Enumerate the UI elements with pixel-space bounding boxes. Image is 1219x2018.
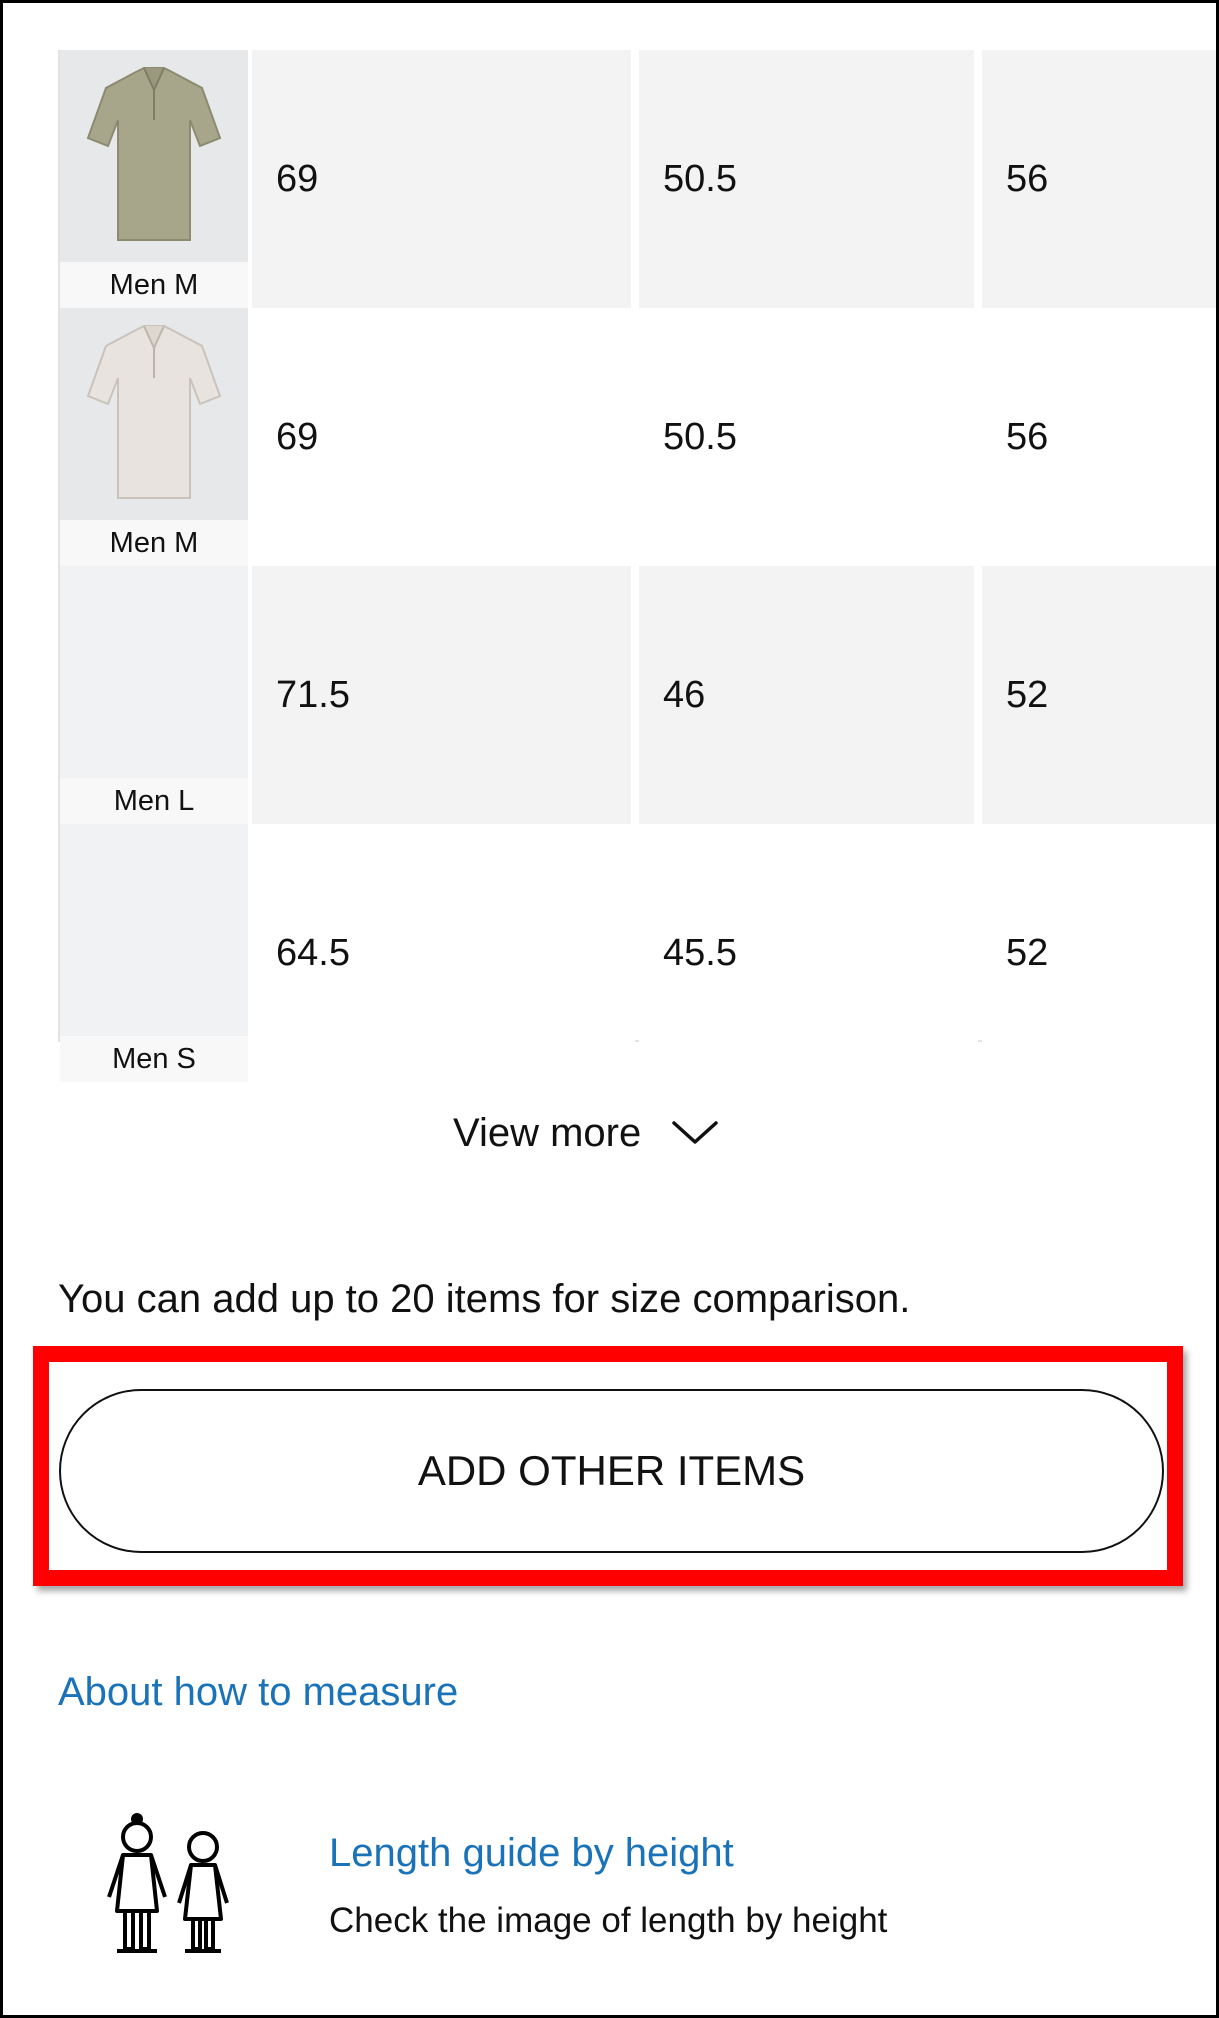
length-value: 69	[252, 308, 635, 566]
shoulder-value: 52	[982, 566, 1216, 824]
table-row: Men S 64.5 45.5 52	[60, 824, 1216, 1082]
polo-shirt-icon	[86, 325, 222, 499]
table-row: Men M 69 50.5 56	[60, 308, 1216, 566]
length-guide-link[interactable]: Length guide by height	[329, 1831, 734, 1876]
polo-shirt-icon	[86, 67, 222, 241]
view-more-label: View more	[453, 1110, 642, 1155]
add-other-items-button[interactable]: ADD OTHER ITEMS	[59, 1389, 1164, 1553]
size-label: Men S	[60, 1036, 248, 1082]
shoulder-value: 56	[982, 308, 1216, 566]
chevron-down-icon	[672, 1121, 718, 1144]
view-more-button[interactable]: View more	[453, 1103, 719, 1163]
polo-shirt-khaki-thumbnail	[60, 50, 248, 262]
table-row: Men L 71.5 46 52	[60, 566, 1216, 824]
about-how-to-measure-link[interactable]: About how to measure	[58, 1670, 458, 1715]
length-value: 64.5	[252, 824, 635, 1082]
shoulder-value: 52	[982, 824, 1216, 1082]
size-label: Men M	[60, 520, 248, 566]
width-value: 50.5	[639, 50, 978, 308]
empty-thumbnail	[60, 566, 248, 778]
compare-note: You can add up to 20 items for size comp…	[58, 1277, 911, 1321]
size-label: Men M	[60, 262, 248, 308]
table-row: Men M 69 50.5 56	[60, 50, 1216, 308]
length-guide-subtitle: Check the image of length by height	[329, 1901, 888, 1940]
length-value: 71.5	[252, 566, 635, 824]
empty-thumbnail	[60, 824, 248, 1036]
item-cell[interactable]: Men L	[60, 566, 252, 824]
width-value: 46	[639, 566, 978, 824]
size-comparison-table: Men M 69 50.5 56 Men M 69 50.5 56 Men L …	[58, 50, 1216, 1082]
page-frame: Men M 69 50.5 56 Men M 69 50.5 56 Men L …	[0, 0, 1219, 2018]
item-cell[interactable]: Men M	[60, 50, 252, 308]
item-cell[interactable]: Men S	[60, 824, 252, 1082]
people-height-icon[interactable]	[103, 1811, 243, 1961]
shoulder-value: 56	[982, 50, 1216, 308]
item-cell[interactable]: Men M	[60, 308, 252, 566]
polo-shirt-off-white-thumbnail	[60, 308, 248, 520]
width-value: 50.5	[639, 308, 978, 566]
size-label: Men L	[60, 778, 248, 824]
width-value: 45.5	[639, 824, 978, 1082]
length-value: 69	[252, 50, 635, 308]
